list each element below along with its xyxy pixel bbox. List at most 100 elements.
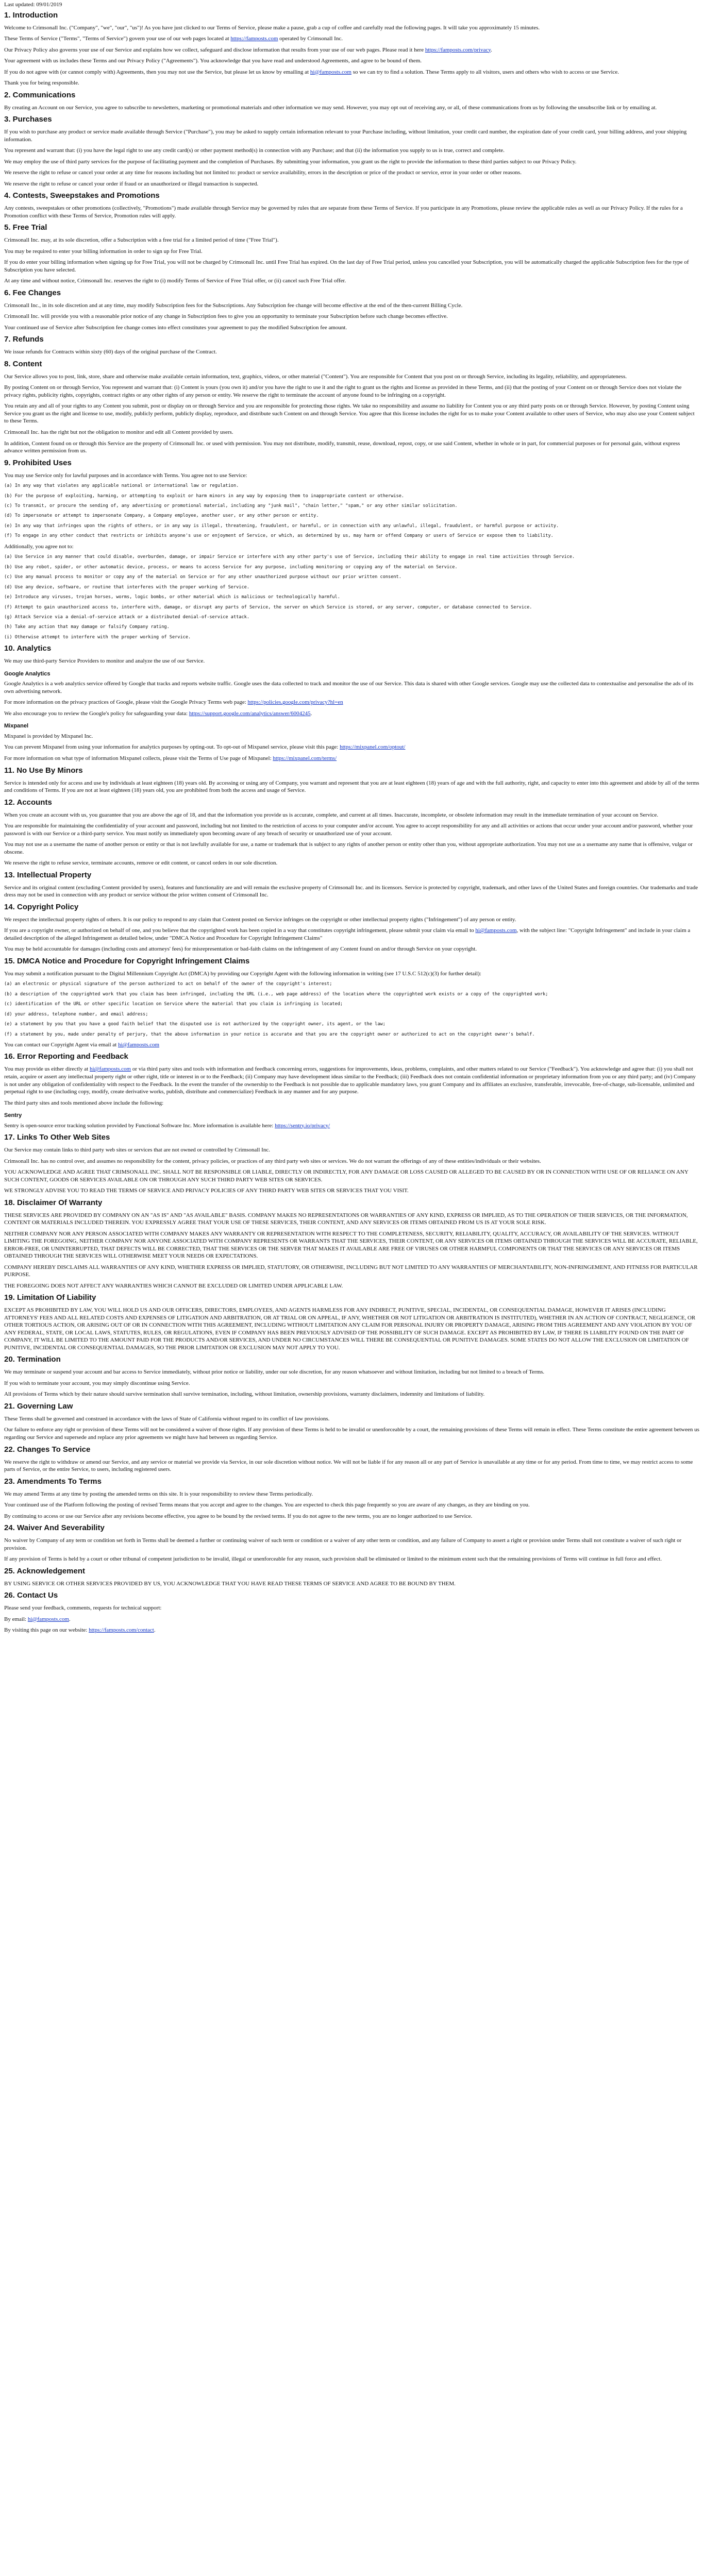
inline-link[interactable]: hi@famposts.com	[28, 1616, 69, 1622]
paragraph: If you do enter your billing information…	[4, 259, 689, 273]
list-clause: (a) In any way that violates any applica…	[4, 483, 239, 489]
inline-link[interactable]: https://sentry.io/privacy/	[275, 1123, 330, 1129]
paragraph: You represent and warrant that: (i) you …	[4, 147, 505, 154]
paragraph: By posting Content on or through Service…	[4, 384, 682, 398]
paragraph: You may be held accountable for damages …	[4, 946, 477, 953]
paragraph: If any provision of Terms is held by a c…	[4, 1556, 662, 1563]
paragraph: We reserve the right to withdraw or amen…	[4, 1459, 693, 1473]
paragraph: Service is intended only for access and …	[4, 779, 699, 794]
inline-link[interactable]: hi@famposts.com	[310, 69, 351, 75]
paragraph: By continuing to access or use our Servi…	[4, 1513, 473, 1519]
paragraph: THESE SERVICES ARE PROVIDED BY COMPANY O…	[4, 1212, 688, 1226]
paragraph: Service and its original content (exclud…	[4, 884, 698, 899]
paragraph: We may terminate or suspend your account…	[4, 1369, 545, 1376]
paragraph: Our failure to enforce any right or prov…	[4, 1427, 699, 1440]
section-10: 10. Analytics We may use third-party Serv…	[4, 644, 700, 762]
paragraph: In addition, Content found on or through…	[4, 440, 680, 454]
paragraph: Crimsonall Inc. has the right but not th…	[4, 429, 233, 435]
inline-link[interactable]: https://mixpanel.com/optout/	[340, 744, 405, 750]
section-18: 18. Disclaimer Of Warranty THESE SERVICES…	[4, 1198, 700, 1290]
paragraph: Mixpanel is provided by Mixpanel Inc.	[4, 733, 93, 739]
inline-link[interactable]: https://famposts.com/privacy	[425, 47, 491, 53]
paragraph: For more information on the privacy prac…	[4, 699, 343, 706]
list-clause: (b) Use any robot, spider, or other auto…	[4, 564, 458, 570]
paragraph: If you wish to terminate your account, y…	[4, 1380, 190, 1386]
section-heading: 13. Intellectual Property	[4, 870, 92, 879]
paragraph: You may submit a notification pursuant t…	[4, 970, 481, 977]
section-heading: 20. Termination	[4, 1355, 61, 1364]
paragraph: WE STRONGLY ADVISE YOU TO READ THE TERMS…	[4, 1188, 409, 1194]
inline-link[interactable]: hi@famposts.com	[118, 1042, 159, 1048]
list-clause: (f) a statement by you, made under penal…	[4, 1031, 535, 1037]
paragraph: You can prevent Mixpanel from using your…	[4, 744, 406, 751]
section-4: 4. Contests, Sweepstakes and Promotions A…	[4, 191, 700, 219]
paragraph: We may employ the use of third party ser…	[4, 158, 577, 165]
section-14: 14. Copyright Policy We respect the intel…	[4, 903, 700, 953]
list-clause: (c) Use any manual process to monitor or…	[4, 574, 401, 580]
inline-link[interactable]: https://mixpanel.com/terms/	[273, 755, 337, 761]
paragraph: No waiver by Company of any term or cond…	[4, 1537, 682, 1551]
last-updated-text: Last updated: 09/01/2019	[4, 2, 62, 8]
list-clause: (e) a statement by you that you have a g…	[4, 1022, 385, 1027]
list-clause: (f) To engage in any other conduct that …	[4, 533, 554, 539]
paragraph: You retain any and all of your rights to…	[4, 403, 695, 425]
paragraph: COMPANY HEREBY DISCLAIMS ALL WARRANTIES …	[4, 1264, 698, 1278]
paragraph: Crimsonall Inc. will provide you with a …	[4, 313, 448, 320]
section-heading: 2. Communications	[4, 90, 76, 99]
section-heading: 10. Analytics	[4, 644, 52, 653]
section-heading: 18. Disclaimer Of Warranty	[4, 1198, 103, 1207]
paragraph: YOU ACKNOWLEDGE AND AGREE THAT CRIMSONAL…	[4, 1169, 689, 1183]
section-heading: 7. Refunds	[4, 335, 44, 344]
list-clause: (e) In any way that infringes upon the r…	[4, 523, 559, 529]
inline-link[interactable]: hi@famposts.com	[475, 927, 516, 934]
section-5: 5. Free Trial Crimsonall Inc. may, at its…	[4, 223, 700, 285]
section-25: 25. Acknowledgement BY USING SERVICE OR O…	[4, 1567, 700, 1588]
section-7: 7. Refunds We issue refunds for Contracts…	[4, 335, 700, 356]
list-clause: (b) a description of the copyrighted wor…	[4, 991, 548, 997]
paragraph: By visiting this page on our website: ht…	[4, 1627, 156, 1634]
paragraph: Crimsonall Inc. may, at its sole discret…	[4, 237, 279, 244]
section-heading: 17. Links To Other Web Sites	[4, 1133, 110, 1142]
inline-link[interactable]: https://support.google.com/analytics/ans…	[189, 710, 311, 717]
section-21: 21. Governing Law These Terms shall be go…	[4, 1402, 700, 1442]
paragraph: Please send your feedback, comments, req…	[4, 1605, 162, 1612]
paragraph: Our Service may contain links to third p…	[4, 1147, 270, 1154]
section-heading: 8. Content	[4, 359, 42, 368]
section-heading: 19. Limitation Of Liability	[4, 1293, 96, 1302]
section-19: 19. Limitation Of Liability EXCEPT AS PRO…	[4, 1293, 700, 1351]
section-9: 9. Prohibited Uses You may use Service on…	[4, 459, 700, 641]
inline-link[interactable]: https://famposts.com	[230, 36, 278, 42]
paragraph: Sentry is open-source error tracking sol…	[4, 1122, 330, 1129]
list-clause: (d) Use any device, software, or routine…	[4, 584, 249, 590]
paragraph: You may provide us either directly at hi…	[4, 1066, 696, 1095]
paragraph: Your continued use of the Platform follo…	[4, 1502, 530, 1509]
section-11: 11. No Use By Minors Service is intended …	[4, 766, 700, 794]
section-heading: 15. DMCA Notice and Procedure for Copyri…	[4, 956, 250, 965]
inline-link[interactable]: https://famposts.com/contact	[89, 1627, 154, 1633]
paragraph: We may amend Terms at any time by postin…	[4, 1490, 313, 1497]
list-clause: (b) For the purpose of exploiting, harmi…	[4, 493, 405, 499]
section-26: 26. Contact Us Please send your feedback,…	[4, 1591, 700, 1634]
inline-link[interactable]: https://policies.google.com/privacy?hl=e…	[248, 699, 343, 705]
list-clause: (c) To transmit, or procure the sending …	[4, 503, 458, 509]
list-clause: (g) Attack Service via a denial-of-servi…	[4, 615, 249, 620]
section-heading: 1. Introduction	[4, 10, 58, 20]
paragraph: Thank you for being responsible.	[4, 80, 79, 87]
paragraph: Your agreement with us includes these Te…	[4, 58, 422, 64]
list-clause: (a) an electronic or physical signature …	[4, 981, 332, 987]
list-clause: (e) Introduce any viruses, trojan horses…	[4, 595, 340, 600]
section-20: 20. Termination We may terminate or suspe…	[4, 1355, 700, 1398]
section-heading: 26. Contact Us	[4, 1591, 58, 1600]
paragraph: NEITHER COMPANY NOR ANY PERSON ASSOCIATE…	[4, 1230, 698, 1260]
section-22: 22. Changes To Service We reserve the rig…	[4, 1445, 700, 1473]
paragraph: Additionally, you agree not to:	[4, 543, 74, 550]
paragraph: You are responsible for maintaining the …	[4, 823, 693, 837]
section-heading: 9. Prohibited Uses	[4, 458, 72, 467]
section-23: 23. Amendments To Terms We may amend Term…	[4, 1477, 700, 1520]
paragraph: The third party sites and tools mentione…	[4, 1099, 164, 1106]
paragraph: All provisions of Terms which by their n…	[4, 1391, 485, 1398]
list-clause: (a) Use Service in any manner that could…	[4, 554, 575, 560]
subsection-heading: Google Analytics	[4, 670, 51, 677]
list-clause: (i) Otherwise attempt to interfere with …	[4, 634, 191, 640]
inline-link[interactable]: hi@famposts.com	[90, 1066, 131, 1072]
